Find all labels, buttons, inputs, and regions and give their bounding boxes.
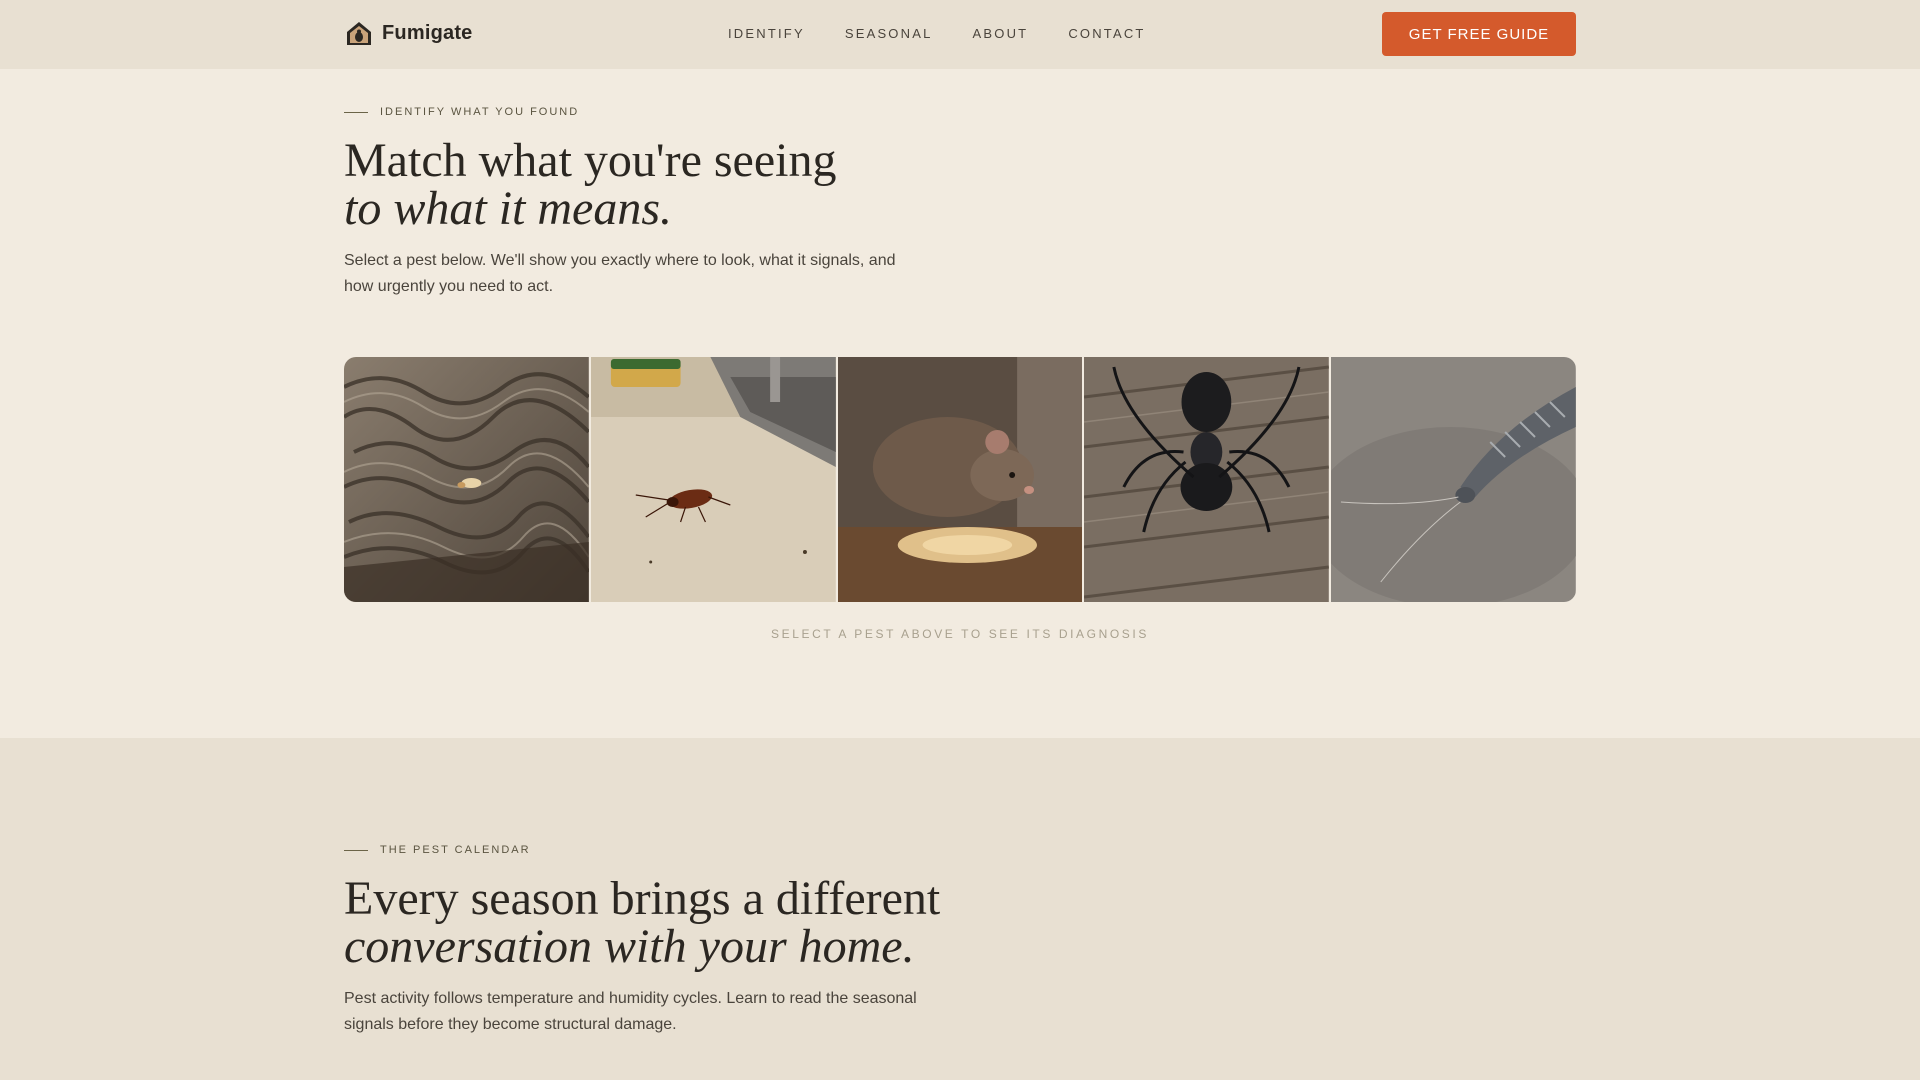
site-header: Fumigate IDENTIFY SEASONAL ABOUT CONTACT… [0,0,1920,69]
identify-title-line1: Match what you're seeing [344,134,837,187]
calendar-lead: Pest activity follows temperature and hu… [344,990,917,1033]
pest-tile-termite[interactable] [344,357,589,602]
ant-photo [1084,357,1330,602]
pest-gallery [344,357,1576,602]
cockroach-photo [590,357,836,602]
calendar-eyebrow: THE PEST CALENDAR [344,844,531,856]
identify-eyebrow: IDENTIFY WHAT YOU FOUND [344,106,579,118]
nav-identify[interactable]: IDENTIFY [728,26,805,41]
nav-about[interactable]: ABOUT [973,26,1029,41]
pest-tile-rat[interactable] [837,357,1083,602]
pest-tile-cockroach[interactable] [590,357,836,602]
get-free-guide-button[interactable]: GET FREE GUIDE [1382,12,1576,56]
calendar-title-line1: Every season brings a different [344,872,941,925]
calendar-title-line2: conversation with your home. [344,920,915,973]
eyebrow-rule [344,849,368,851]
calendar-title: Every season brings a different conversa… [344,875,940,971]
identify-lead: Select a pest below. We'll show you exac… [344,252,896,295]
pest-tile-carpenter-ant[interactable] [1084,357,1330,602]
nav-contact[interactable]: CONTACT [1068,26,1145,41]
diagnosis-hint: SELECT A PEST ABOVE TO SEE ITS DIAGNOSIS [771,627,1149,641]
rat-photo [837,357,1083,602]
identify-title-line2: to what it means. [344,182,673,235]
silverfish-photo [1331,357,1576,602]
brand-logo[interactable]: Fumigate [344,18,473,48]
eyebrow-rule [344,111,368,113]
identify-eyebrow-text: IDENTIFY WHAT YOU FOUND [380,106,580,118]
nav-seasonal[interactable]: SEASONAL [845,26,933,41]
identify-title: Match what you're seeing to what it mean… [344,137,837,233]
calendar-eyebrow-text: THE PEST CALENDAR [380,844,531,856]
brand-name: Fumigate [382,21,473,44]
main-nav: IDENTIFY SEASONAL ABOUT CONTACT [728,26,1186,41]
pest-calendar-section: THE PEST CALENDAR Every season brings a … [0,738,1920,1080]
house-bug-icon [347,22,371,45]
termite-photo [344,357,589,602]
pest-tile-silverfish[interactable] [1331,357,1576,602]
